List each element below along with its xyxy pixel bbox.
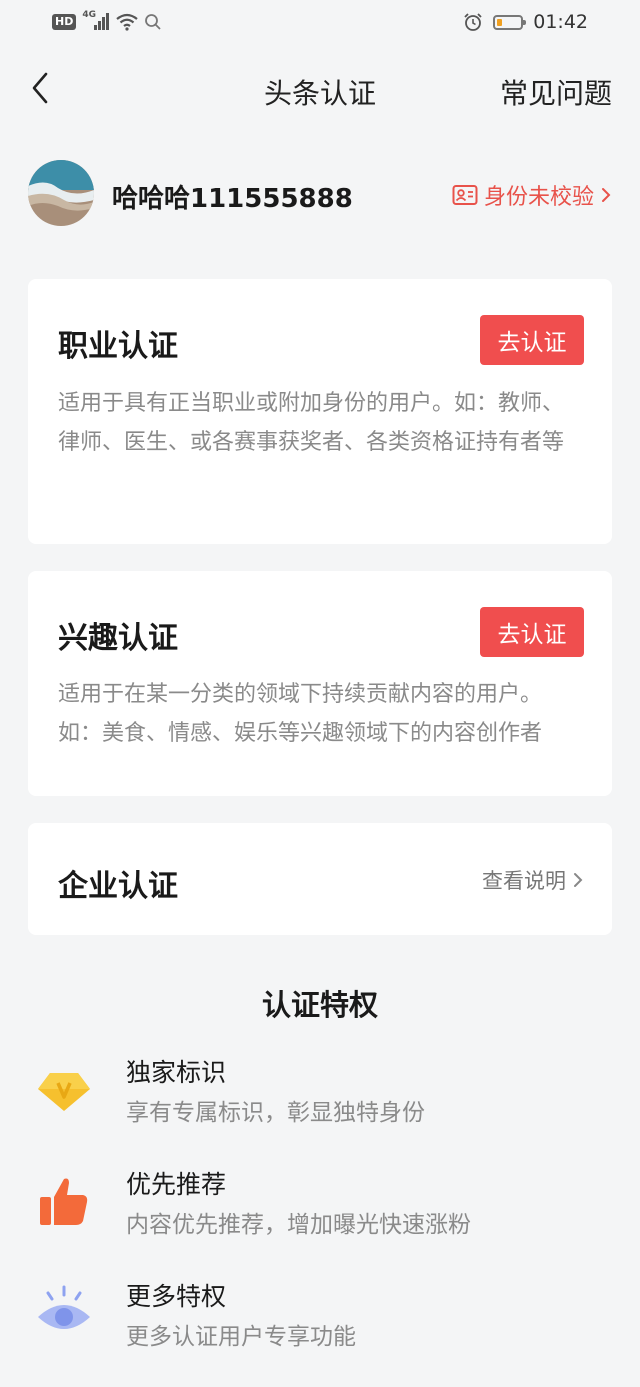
- enterprise-cert-title: 企业认证: [58, 869, 178, 904]
- chevron-right-icon: [574, 873, 583, 887]
- nav-bar: 头条认证 常见问题: [0, 58, 640, 120]
- network-type: 4G: [82, 10, 96, 20]
- profile-row: 哈哈哈111555888 身份未校验: [28, 160, 612, 228]
- privilege-desc: 更多认证用户专享功能: [126, 1324, 356, 1350]
- username: 哈哈哈111555888: [112, 184, 353, 214]
- faq-link[interactable]: 常见问题: [500, 72, 612, 112]
- battery-icon: [493, 14, 527, 30]
- avatar[interactable]: [28, 160, 94, 226]
- privilege-name: 优先推荐: [126, 1170, 227, 1199]
- privilege-name: 更多特权: [126, 1282, 227, 1311]
- professional-cert-card: 职业认证 去认证 适用于具有正当职业或附加身份的用户。如：教师、律师、医生、或各…: [28, 279, 612, 544]
- privileges-title: 认证特权: [261, 988, 378, 1022]
- clock-time: 01:42: [533, 11, 588, 33]
- enterprise-cert-card[interactable]: 企业认证 查看说明: [28, 823, 612, 935]
- privilege-desc: 内容优先推荐，增加曝光快速涨粉: [126, 1212, 471, 1238]
- identity-status-label: 身份未校验: [483, 185, 594, 210]
- view-explanation-label: 查看说明: [482, 869, 566, 893]
- privilege-name: 独家标识: [126, 1058, 227, 1087]
- privilege-item: 独家标识 享有专属标识，彰显独特身份: [0, 1053, 640, 1143]
- alarm-icon: [464, 13, 482, 31]
- privilege-item: 优先推荐 内容优先推荐，增加曝光快速涨粉: [0, 1165, 640, 1255]
- privilege-item: 更多特权 更多认证用户专享功能: [0, 1277, 640, 1367]
- interest-cert-button[interactable]: 去认证: [480, 607, 584, 657]
- chevron-right-icon: [602, 188, 611, 202]
- identity-status-link[interactable]: 身份未校验: [452, 179, 612, 211]
- professional-cert-button[interactable]: 去认证: [480, 315, 584, 365]
- id-card-icon: [452, 185, 478, 205]
- cellular-signal-icon: 4G: [82, 10, 110, 32]
- interest-cert-title: 兴趣认证: [58, 621, 178, 656]
- search-icon: [145, 14, 161, 30]
- professional-cert-title: 职业认证: [58, 329, 178, 364]
- view-explanation-link[interactable]: 查看说明: [482, 865, 584, 895]
- interest-cert-desc: 适用于在某一分类的领域下持续贡献内容的用户。如：美食、情感、娱乐等兴趣领域下的内…: [58, 682, 543, 746]
- v-badge-icon: [38, 1073, 90, 1111]
- eye-icon: [38, 1285, 90, 1329]
- thumbs-up-icon: [40, 1178, 88, 1225]
- wifi-icon: [116, 13, 139, 31]
- privilege-desc: 享有专属标识，彰显独特身份: [126, 1100, 425, 1126]
- status-bar: HD 4G 01:42: [0, 0, 640, 48]
- professional-cert-desc: 适用于具有正当职业或附加身份的用户。如：教师、律师、医生、或各赛事获奖者、各类资…: [58, 391, 565, 455]
- interest-cert-card: 兴趣认证 去认证 适用于在某一分类的领域下持续贡献内容的用户。如：美食、情感、娱…: [28, 571, 612, 796]
- hd-indicator: HD: [52, 14, 77, 30]
